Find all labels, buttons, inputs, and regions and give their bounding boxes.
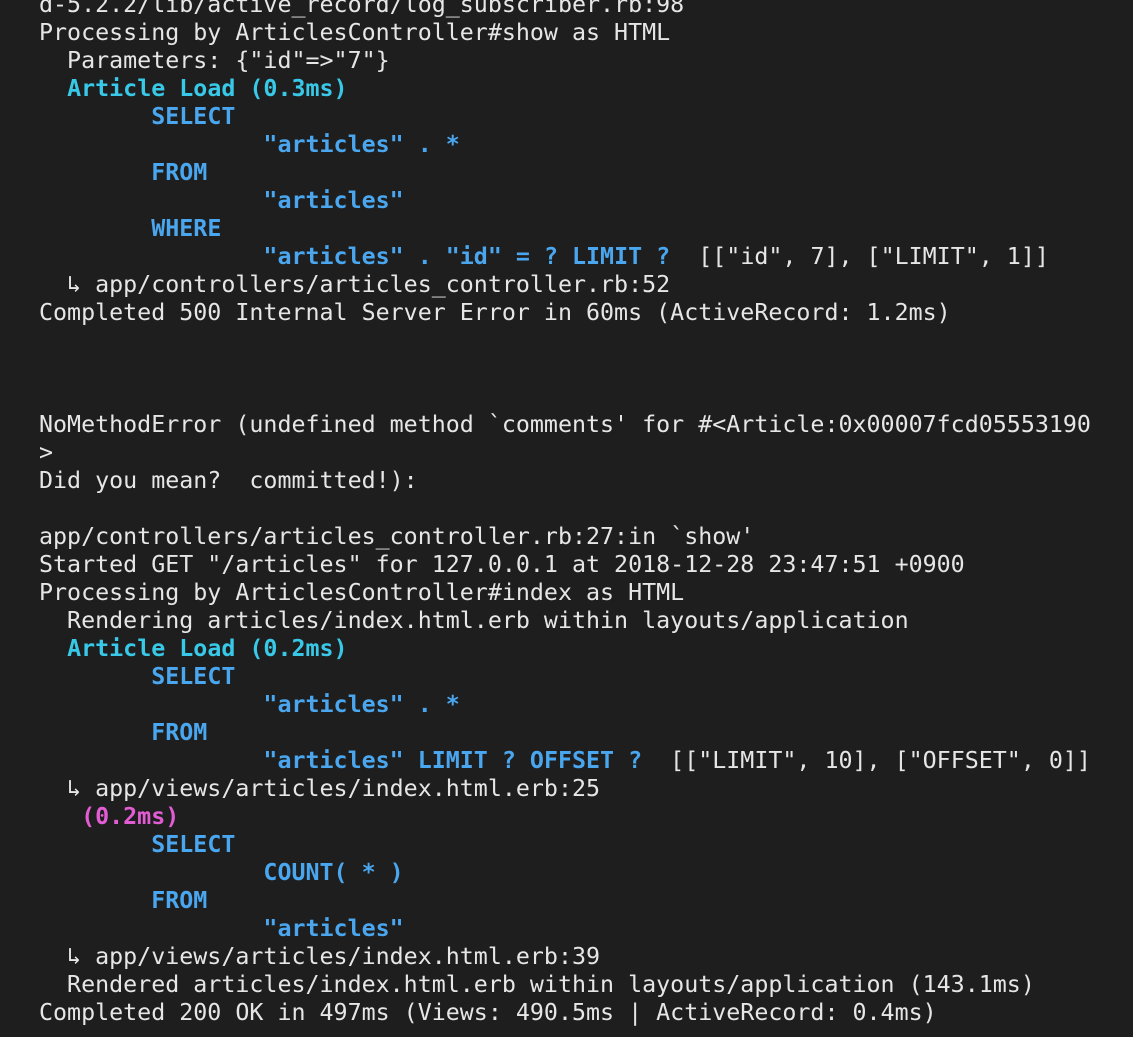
terminal-line: Processing by ArticlesController#show as… — [39, 19, 1133, 47]
log-text-blue: SELECT — [151, 103, 236, 130]
log-text-blue: FROM — [151, 159, 208, 186]
terminal-line: ↳ app/controllers/articles_controller.rb… — [39, 271, 1133, 299]
log-text-default: Parameters: {"id"=>"7"} — [39, 47, 390, 74]
log-text-blue: "articles" LIMIT ? OFFSET ? — [263, 747, 643, 774]
terminal-line: "articles" — [39, 187, 1133, 215]
log-text-default: [["LIMIT", 10], ["OFFSET", 0]] — [642, 747, 1091, 774]
terminal-line: Processing by ArticlesController#index a… — [39, 579, 1133, 607]
log-text-default: app/controllers/articles_controller.rb:2… — [39, 523, 755, 550]
log-text-blue: "articles" . * — [263, 131, 460, 158]
terminal-line: (0.2ms) — [39, 803, 1133, 831]
log-text-default — [39, 803, 81, 830]
log-text-default: [["id", 7], ["LIMIT", 1]] — [670, 243, 1049, 270]
log-text-default — [39, 887, 151, 914]
log-text-default — [39, 635, 67, 662]
terminal-line: Did you mean? committed!): — [39, 467, 1133, 495]
terminal-line: FROM — [39, 887, 1133, 915]
terminal-line: "articles" LIMIT ? OFFSET ? [["LIMIT", 1… — [39, 747, 1133, 775]
log-text-default: Rendered articles/index.html.erb within … — [39, 971, 1035, 998]
log-text-cyan: Article Load (0.2ms) — [67, 635, 348, 662]
log-text-default — [39, 859, 263, 886]
terminal-line: ↳ app/views/articles/index.html.erb:25 — [39, 775, 1133, 803]
log-text-default: ↳ app/views/articles/index.html.erb:39 — [39, 943, 601, 970]
log-text-blue: "articles" — [263, 187, 404, 214]
log-text-blue: "articles" . "id" = ? LIMIT ? — [263, 243, 671, 270]
log-text-blue: "articles" . * — [263, 691, 460, 718]
log-text-default: Started GET "/articles" for 127.0.0.1 at… — [39, 551, 965, 578]
log-text-default: Rendering articles/index.html.erb within… — [39, 607, 909, 634]
log-text-default — [39, 75, 67, 102]
log-text-default — [39, 131, 263, 158]
log-text-default — [39, 831, 151, 858]
log-text-blue: FROM — [151, 719, 208, 746]
log-text-blue: COUNT( * ) — [263, 859, 404, 886]
log-text-blue: "articles" — [263, 915, 404, 942]
log-text-blue: SELECT — [151, 663, 236, 690]
terminal-line: ↳ app/views/articles/index.html.erb:39 — [39, 943, 1133, 971]
log-text-default — [39, 747, 263, 774]
terminal-line: NoMethodError (undefined method `comment… — [39, 411, 1133, 439]
log-text-default — [39, 215, 151, 242]
log-text-default — [39, 159, 151, 186]
terminal-line: "articles" . * — [39, 691, 1133, 719]
log-text-default: d-5.2.2/lib/active_record/log_subscriber… — [39, 0, 685, 18]
log-text-default — [39, 691, 263, 718]
terminal-line: "articles" . * — [39, 131, 1133, 159]
log-text-default: ↳ app/controllers/articles_controller.rb… — [39, 271, 671, 298]
terminal-line: app/controllers/articles_controller.rb:2… — [39, 523, 1133, 551]
log-text-default: NoMethodError (undefined method `comment… — [39, 411, 1091, 438]
log-text-cyan: Article Load (0.3ms) — [67, 75, 348, 102]
terminal-line: "articles" — [39, 915, 1133, 943]
log-text-default: Completed 200 OK in 497ms (Views: 490.5m… — [39, 999, 937, 1026]
terminal-line: FROM — [39, 159, 1133, 187]
log-text-default: Processing by ArticlesController#index a… — [39, 579, 685, 606]
terminal-line: FROM — [39, 719, 1133, 747]
log-text-default: ↳ app/views/articles/index.html.erb:25 — [39, 775, 601, 802]
terminal-line: Completed 200 OK in 497ms (Views: 490.5m… — [39, 999, 1133, 1027]
terminal-line: Article Load (0.2ms) — [39, 635, 1133, 663]
log-text-default — [39, 103, 151, 130]
log-text-blue: WHERE — [151, 215, 222, 242]
log-text-blue: SELECT — [151, 831, 236, 858]
terminal-line: COUNT( * ) — [39, 859, 1133, 887]
log-text-default: Did you mean? committed!): — [39, 467, 418, 494]
terminal-line: "articles" . "id" = ? LIMIT ? [["id", 7]… — [39, 243, 1133, 271]
log-text-default — [39, 915, 263, 942]
terminal-line: SELECT — [39, 663, 1133, 691]
terminal-line: Started GET "/articles" for 127.0.0.1 at… — [39, 551, 1133, 579]
terminal-line: SELECT — [39, 103, 1133, 131]
log-text-default — [39, 663, 151, 690]
terminal-output[interactable]: d-5.2.2/lib/active_record/log_subscriber… — [39, 0, 1133, 1027]
terminal-line: Rendering articles/index.html.erb within… — [39, 607, 1133, 635]
terminal-line: WHERE — [39, 215, 1133, 243]
log-text-default: Completed 500 Internal Server Error in 6… — [39, 299, 951, 326]
terminal-line: Parameters: {"id"=>"7"} — [39, 47, 1133, 75]
terminal-line: Rendered articles/index.html.erb within … — [39, 971, 1133, 999]
log-text-default — [39, 719, 151, 746]
terminal-line: SELECT — [39, 831, 1133, 859]
log-text-default — [39, 243, 263, 270]
terminal-line: > — [39, 439, 1133, 467]
log-text-blue: FROM — [151, 887, 208, 914]
log-text-default: Processing by ArticlesController#show as… — [39, 19, 671, 46]
terminal-line: Article Load (0.3ms) — [39, 75, 1133, 103]
log-text-default: > — [39, 439, 54, 466]
log-text-magenta: (0.2ms) — [81, 803, 180, 830]
terminal-line: d-5.2.2/lib/active_record/log_subscriber… — [39, 0, 1133, 19]
log-text-default — [39, 187, 263, 214]
terminal-line: Completed 500 Internal Server Error in 6… — [39, 299, 1133, 327]
